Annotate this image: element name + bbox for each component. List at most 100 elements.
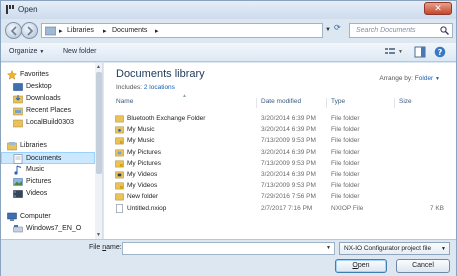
music-label: Music — [26, 166, 45, 173]
file-name: My Pictures — [127, 159, 161, 167]
file-name-label-part: File — [89, 244, 103, 251]
breadcrumb-documents[interactable]: Documents — [112, 27, 147, 34]
folder-lock-icon — [115, 182, 124, 190]
file-row[interactable]: My Videos 3/20/2014 6:39 PM File folder — [110, 169, 450, 180]
desktop-label: Desktop — [26, 83, 52, 90]
file-date: 3/20/2014 6:39 PM — [261, 171, 316, 178]
file-date: 7/13/2009 9:53 PM — [261, 137, 316, 145]
favorites-label: Favorites — [20, 71, 49, 78]
arrange-by: Arrange by: Folder ▼ — [379, 75, 440, 82]
breadcrumb-separator-icon: ▸ — [103, 28, 107, 35]
change-view-icon[interactable] — [384, 46, 396, 58]
file-row[interactable]: Untitled.nxiop 2/7/2017 7:16 PM NXIOP File… — [110, 203, 450, 214]
folder-icon — [115, 115, 124, 123]
sidebar-item-documents[interactable]: Documents — [1, 152, 95, 164]
column-header-date[interactable]: Date modified — [261, 98, 301, 110]
help-icon[interactable]: ? — [434, 46, 446, 58]
column-header-size[interactable]: Size — [399, 98, 412, 110]
file-name: My Music — [127, 126, 155, 134]
view-controls: ▼ ? — [380, 46, 450, 60]
sidebar-item-downloads[interactable]: Downloads — [1, 93, 95, 105]
scrollbar-thumb[interactable] — [96, 72, 102, 174]
file-date: 3/20/2014 6:39 PM — [261, 126, 316, 134]
preview-pane-icon[interactable] — [414, 46, 426, 58]
refresh-icon[interactable]: ⟳ — [334, 23, 345, 36]
scroll-down-icon[interactable]: ▼ — [96, 232, 101, 238]
documents-label: Documents — [26, 155, 62, 162]
localbuild-label: LocalBuild0303 — [26, 119, 74, 126]
breadcrumb-libraries[interactable]: Libraries — [67, 27, 94, 34]
chevron-down-icon: ▼ — [435, 76, 440, 82]
sidebar-item-videos[interactable]: Videos — [1, 188, 95, 200]
column-divider[interactable] — [394, 98, 395, 108]
organize-button[interactable]: Organize ▼ — [9, 48, 44, 55]
file-name: Untitled.nxiop — [127, 204, 167, 212]
column-divider[interactable] — [256, 98, 257, 108]
app-icon — [6, 5, 14, 14]
navigation-row: ▸ Libraries ▸ Documents ▸ ▼ ⟳ Search Doc… — [1, 19, 456, 43]
new-folder-button[interactable]: New folder — [63, 48, 96, 55]
file-type: File folder — [331, 193, 360, 201]
navigation-scrollbar[interactable]: ▲ ▼ — [95, 63, 102, 239]
search-input[interactable]: Search Documents — [349, 23, 453, 38]
column-header-name[interactable]: Name — [116, 98, 133, 110]
file-date: 2/7/2017 7:16 PM — [261, 204, 313, 212]
file-row[interactable]: My Pictures 7/13/2009 9:53 PM File folder — [110, 158, 450, 169]
sidebar-item-favorites[interactable]: Favorites — [1, 69, 95, 81]
videos-icon — [13, 190, 23, 198]
sidebar-item-computer[interactable]: Computer — [1, 211, 95, 223]
sidebar-item-localbuild[interactable]: LocalBuild0303 — [1, 117, 95, 129]
file-row[interactable]: My Music 3/20/2014 6:39 PM File folder — [110, 124, 450, 135]
favorites-star-icon — [7, 70, 17, 80]
column-header-type[interactable]: Type — [331, 98, 345, 110]
forward-button[interactable] — [21, 22, 38, 39]
library-icon — [45, 26, 56, 36]
file-name-dropdown-icon[interactable]: ▼ — [326, 245, 331, 251]
sidebar-item-libraries[interactable]: Libraries — [1, 140, 95, 152]
sidebar-item-pictures[interactable]: Pictures — [1, 176, 95, 188]
sidebar-item-desktop[interactable]: Desktop — [1, 81, 95, 93]
file-name-area: File name: ▼ NX-IO Configurator project … — [1, 239, 456, 276]
file-date: 7/13/2009 9:53 PM — [261, 182, 316, 190]
view-dropdown-icon[interactable]: ▼ — [398, 49, 403, 55]
search-icon — [440, 26, 449, 35]
file-row[interactable]: My Pictures 3/20/2014 6:39 PM File folder — [110, 147, 450, 158]
file-row[interactable]: Bluetooth Exchange Folder 3/20/2014 6:39 … — [110, 113, 450, 124]
arrange-label: Arrange by: — [379, 75, 413, 82]
pictures-icon — [13, 178, 23, 186]
folder-lock-icon — [115, 160, 124, 168]
file-type-value: NX-IO Configurator project file — [344, 245, 432, 252]
address-bar[interactable]: ▸ Libraries ▸ Documents ▸ — [41, 23, 323, 38]
desktop-icon — [13, 83, 23, 91]
address-dropdown-icon[interactable]: ▼ — [325, 27, 331, 33]
column-divider[interactable] — [326, 98, 327, 108]
close-icon: ✕ — [434, 3, 442, 13]
file-date: 3/20/2014 6:39 PM — [261, 148, 316, 156]
file-row[interactable]: My Music 7/13/2009 9:53 PM File folder — [110, 135, 450, 146]
file-icon — [116, 203, 123, 213]
back-button[interactable] — [5, 22, 22, 39]
file-type: File folder — [331, 126, 360, 134]
locations-link[interactable]: 2 locations — [144, 84, 175, 91]
arrange-by-dropdown[interactable]: Folder ▼ — [415, 75, 440, 82]
open-button[interactable]: Open — [335, 259, 387, 273]
scroll-up-icon[interactable]: ▲ — [96, 64, 101, 70]
library-includes: Includes: 2 locations — [116, 84, 175, 91]
file-name-input[interactable]: ▼ — [122, 242, 335, 255]
videos-label: Videos — [26, 190, 48, 197]
recent-places-label: Recent Places — [26, 107, 72, 114]
file-type: File folder — [331, 182, 360, 190]
file-row[interactable]: My Videos 7/13/2009 9:53 PM File folder — [110, 180, 450, 191]
pictures-label: Pictures — [26, 178, 52, 185]
sidebar-item-music[interactable]: Music — [1, 164, 95, 176]
navigation-pane: Favorites Desktop Downloads Recent Place… — [1, 63, 103, 239]
file-type: File folder — [331, 159, 360, 167]
sidebar-item-recent-places[interactable]: Recent Places — [1, 105, 95, 117]
file-type: File folder — [331, 171, 360, 178]
sidebar-item-drive[interactable]: Windows7_EN_O — [1, 223, 95, 235]
close-button[interactable]: ✕ — [424, 2, 452, 15]
cancel-button[interactable]: Cancel — [396, 259, 450, 273]
file-type-select[interactable]: NX-IO Configurator project file ▼ — [339, 242, 450, 255]
svg-text:?: ? — [438, 48, 443, 57]
file-row[interactable]: New folder 7/29/2016 7:56 PM File folder — [110, 191, 450, 202]
